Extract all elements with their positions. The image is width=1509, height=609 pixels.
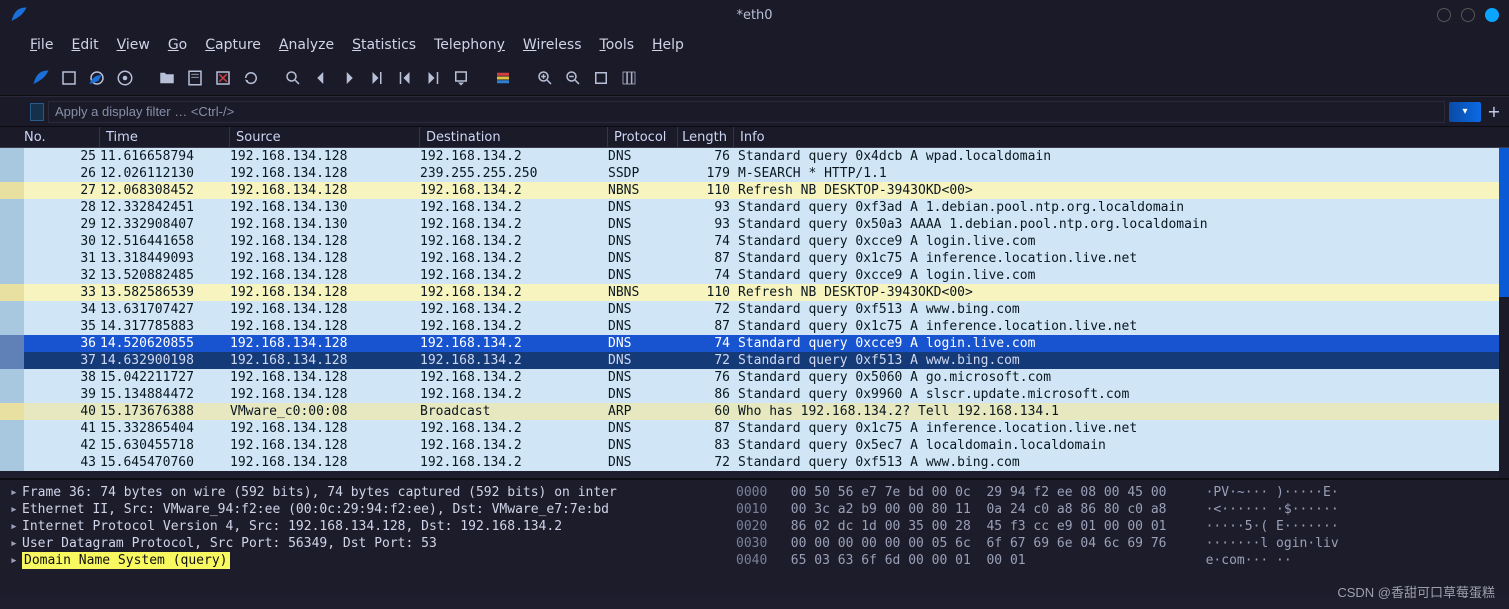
table-row[interactable]: 3915.134884472192.168.134.128192.168.134… bbox=[0, 386, 1509, 403]
window-maximize-icon[interactable] bbox=[1461, 8, 1475, 22]
expand-icon[interactable]: ▸ bbox=[10, 552, 22, 569]
table-row[interactable]: 3313.582586539192.168.134.128192.168.134… bbox=[0, 284, 1509, 301]
go-back-icon[interactable] bbox=[310, 67, 332, 89]
menu-capture[interactable]: Capture bbox=[205, 37, 261, 53]
go-last-icon[interactable] bbox=[422, 67, 444, 89]
app-fin-icon bbox=[10, 6, 28, 24]
menu-view[interactable]: View bbox=[117, 37, 150, 53]
display-filter-input[interactable] bbox=[48, 101, 1445, 123]
find-icon[interactable] bbox=[282, 67, 304, 89]
window-title: *eth0 bbox=[736, 8, 772, 23]
table-row[interactable]: 4115.332865404192.168.134.128192.168.134… bbox=[0, 420, 1509, 437]
table-row[interactable]: 3714.632900198192.168.134.128192.168.134… bbox=[0, 352, 1509, 369]
table-row[interactable]: 3113.318449093192.168.134.128192.168.134… bbox=[0, 250, 1509, 267]
title-bar: *eth0 bbox=[0, 0, 1509, 30]
window-minimize-icon[interactable] bbox=[1437, 8, 1451, 22]
table-row[interactable]: 3413.631707427192.168.134.128192.168.134… bbox=[0, 301, 1509, 318]
go-first-icon[interactable] bbox=[394, 67, 416, 89]
expand-icon[interactable]: ▸ bbox=[10, 518, 22, 535]
go-forward-icon[interactable] bbox=[338, 67, 360, 89]
bookmark-icon[interactable] bbox=[30, 103, 44, 121]
menu-telephony[interactable]: Telephony bbox=[434, 37, 505, 53]
filter-apply-icon[interactable]: ▾ bbox=[1449, 102, 1481, 122]
save-file-icon[interactable] bbox=[184, 67, 206, 89]
jump-to-icon[interactable] bbox=[366, 67, 388, 89]
table-row[interactable]: 2612.026112130192.168.134.128239.255.255… bbox=[0, 165, 1509, 182]
resize-columns-icon[interactable] bbox=[618, 67, 640, 89]
col-destination[interactable]: Destination bbox=[420, 127, 608, 147]
zoom-reset-icon[interactable] bbox=[590, 67, 612, 89]
table-row[interactable]: 3614.520620855192.168.134.128192.168.134… bbox=[0, 335, 1509, 352]
packet-bytes[interactable]: 0000 00 50 56 e7 7e bd 00 0c 29 94 f2 ee… bbox=[730, 480, 1509, 596]
table-row[interactable]: 3815.042211727192.168.134.128192.168.134… bbox=[0, 369, 1509, 386]
table-row[interactable]: 4315.645470760192.168.134.128192.168.134… bbox=[0, 454, 1509, 471]
filter-bar: ▾ + bbox=[0, 96, 1509, 126]
col-time[interactable]: Time bbox=[100, 127, 230, 147]
menu-wireless[interactable]: Wireless bbox=[523, 37, 582, 53]
table-row[interactable]: 2511.616658794192.168.134.128192.168.134… bbox=[0, 148, 1509, 165]
open-file-icon[interactable] bbox=[156, 67, 178, 89]
menu-file[interactable]: File bbox=[30, 37, 53, 53]
menu-analyze[interactable]: Analyze bbox=[279, 37, 334, 53]
expand-icon[interactable]: ▸ bbox=[10, 484, 22, 501]
packet-list[interactable]: 2511.616658794192.168.134.128192.168.134… bbox=[0, 148, 1509, 478]
table-row[interactable]: 3012.516441658192.168.134.128192.168.134… bbox=[0, 233, 1509, 250]
table-row[interactable]: 2812.332842451192.168.134.130192.168.134… bbox=[0, 199, 1509, 216]
table-row[interactable]: 3213.520882485192.168.134.128192.168.134… bbox=[0, 267, 1509, 284]
stop-capture-icon[interactable] bbox=[58, 67, 80, 89]
table-row[interactable]: 2912.332908407192.168.134.130192.168.134… bbox=[0, 216, 1509, 233]
scrollbar[interactable] bbox=[1499, 148, 1509, 478]
window-close-icon[interactable] bbox=[1485, 8, 1499, 22]
capture-options-icon[interactable] bbox=[114, 67, 136, 89]
col-protocol[interactable]: Protocol bbox=[608, 127, 678, 147]
menu-statistics[interactable]: Statistics bbox=[352, 37, 416, 53]
col-length[interactable]: Length bbox=[678, 127, 734, 147]
auto-scroll-icon[interactable] bbox=[450, 67, 472, 89]
packet-details[interactable]: ▸Frame 36: 74 bytes on wire (592 bits), … bbox=[0, 480, 730, 596]
menu-tools[interactable]: Tools bbox=[600, 37, 635, 53]
zoom-in-icon[interactable] bbox=[534, 67, 556, 89]
col-no[interactable]: No. bbox=[0, 127, 100, 147]
packet-list-header[interactable]: No. Time Source Destination Protocol Len… bbox=[0, 126, 1509, 148]
table-row[interactable]: 2712.068308452192.168.134.128192.168.134… bbox=[0, 182, 1509, 199]
expand-icon[interactable]: ▸ bbox=[10, 501, 22, 518]
table-row[interactable]: 3514.317785883192.168.134.128192.168.134… bbox=[0, 318, 1509, 335]
menu-bar: File Edit View Go Capture Analyze Statis… bbox=[0, 30, 1509, 60]
reload-icon[interactable] bbox=[240, 67, 262, 89]
start-capture-icon[interactable] bbox=[30, 67, 52, 89]
lower-panes: ▸Frame 36: 74 bytes on wire (592 bits), … bbox=[0, 478, 1509, 596]
watermark: CSDN @香甜可口草莓蛋糕 bbox=[1337, 582, 1495, 601]
main-toolbar bbox=[0, 60, 1509, 96]
table-row[interactable]: 4015.173676388VMware_c0:00:08BroadcastAR… bbox=[0, 403, 1509, 420]
restart-capture-icon[interactable] bbox=[86, 67, 108, 89]
menu-go[interactable]: Go bbox=[168, 37, 187, 53]
menu-edit[interactable]: Edit bbox=[71, 37, 98, 53]
expand-icon[interactable]: ▸ bbox=[10, 535, 22, 552]
col-info[interactable]: Info bbox=[734, 127, 1509, 147]
menu-help[interactable]: Help bbox=[652, 37, 684, 53]
col-source[interactable]: Source bbox=[230, 127, 420, 147]
close-file-icon[interactable] bbox=[212, 67, 234, 89]
table-row[interactable]: 4215.630455718192.168.134.128192.168.134… bbox=[0, 437, 1509, 454]
colorize-icon[interactable] bbox=[492, 67, 514, 89]
zoom-out-icon[interactable] bbox=[562, 67, 584, 89]
filter-add-icon[interactable]: + bbox=[1485, 103, 1503, 121]
